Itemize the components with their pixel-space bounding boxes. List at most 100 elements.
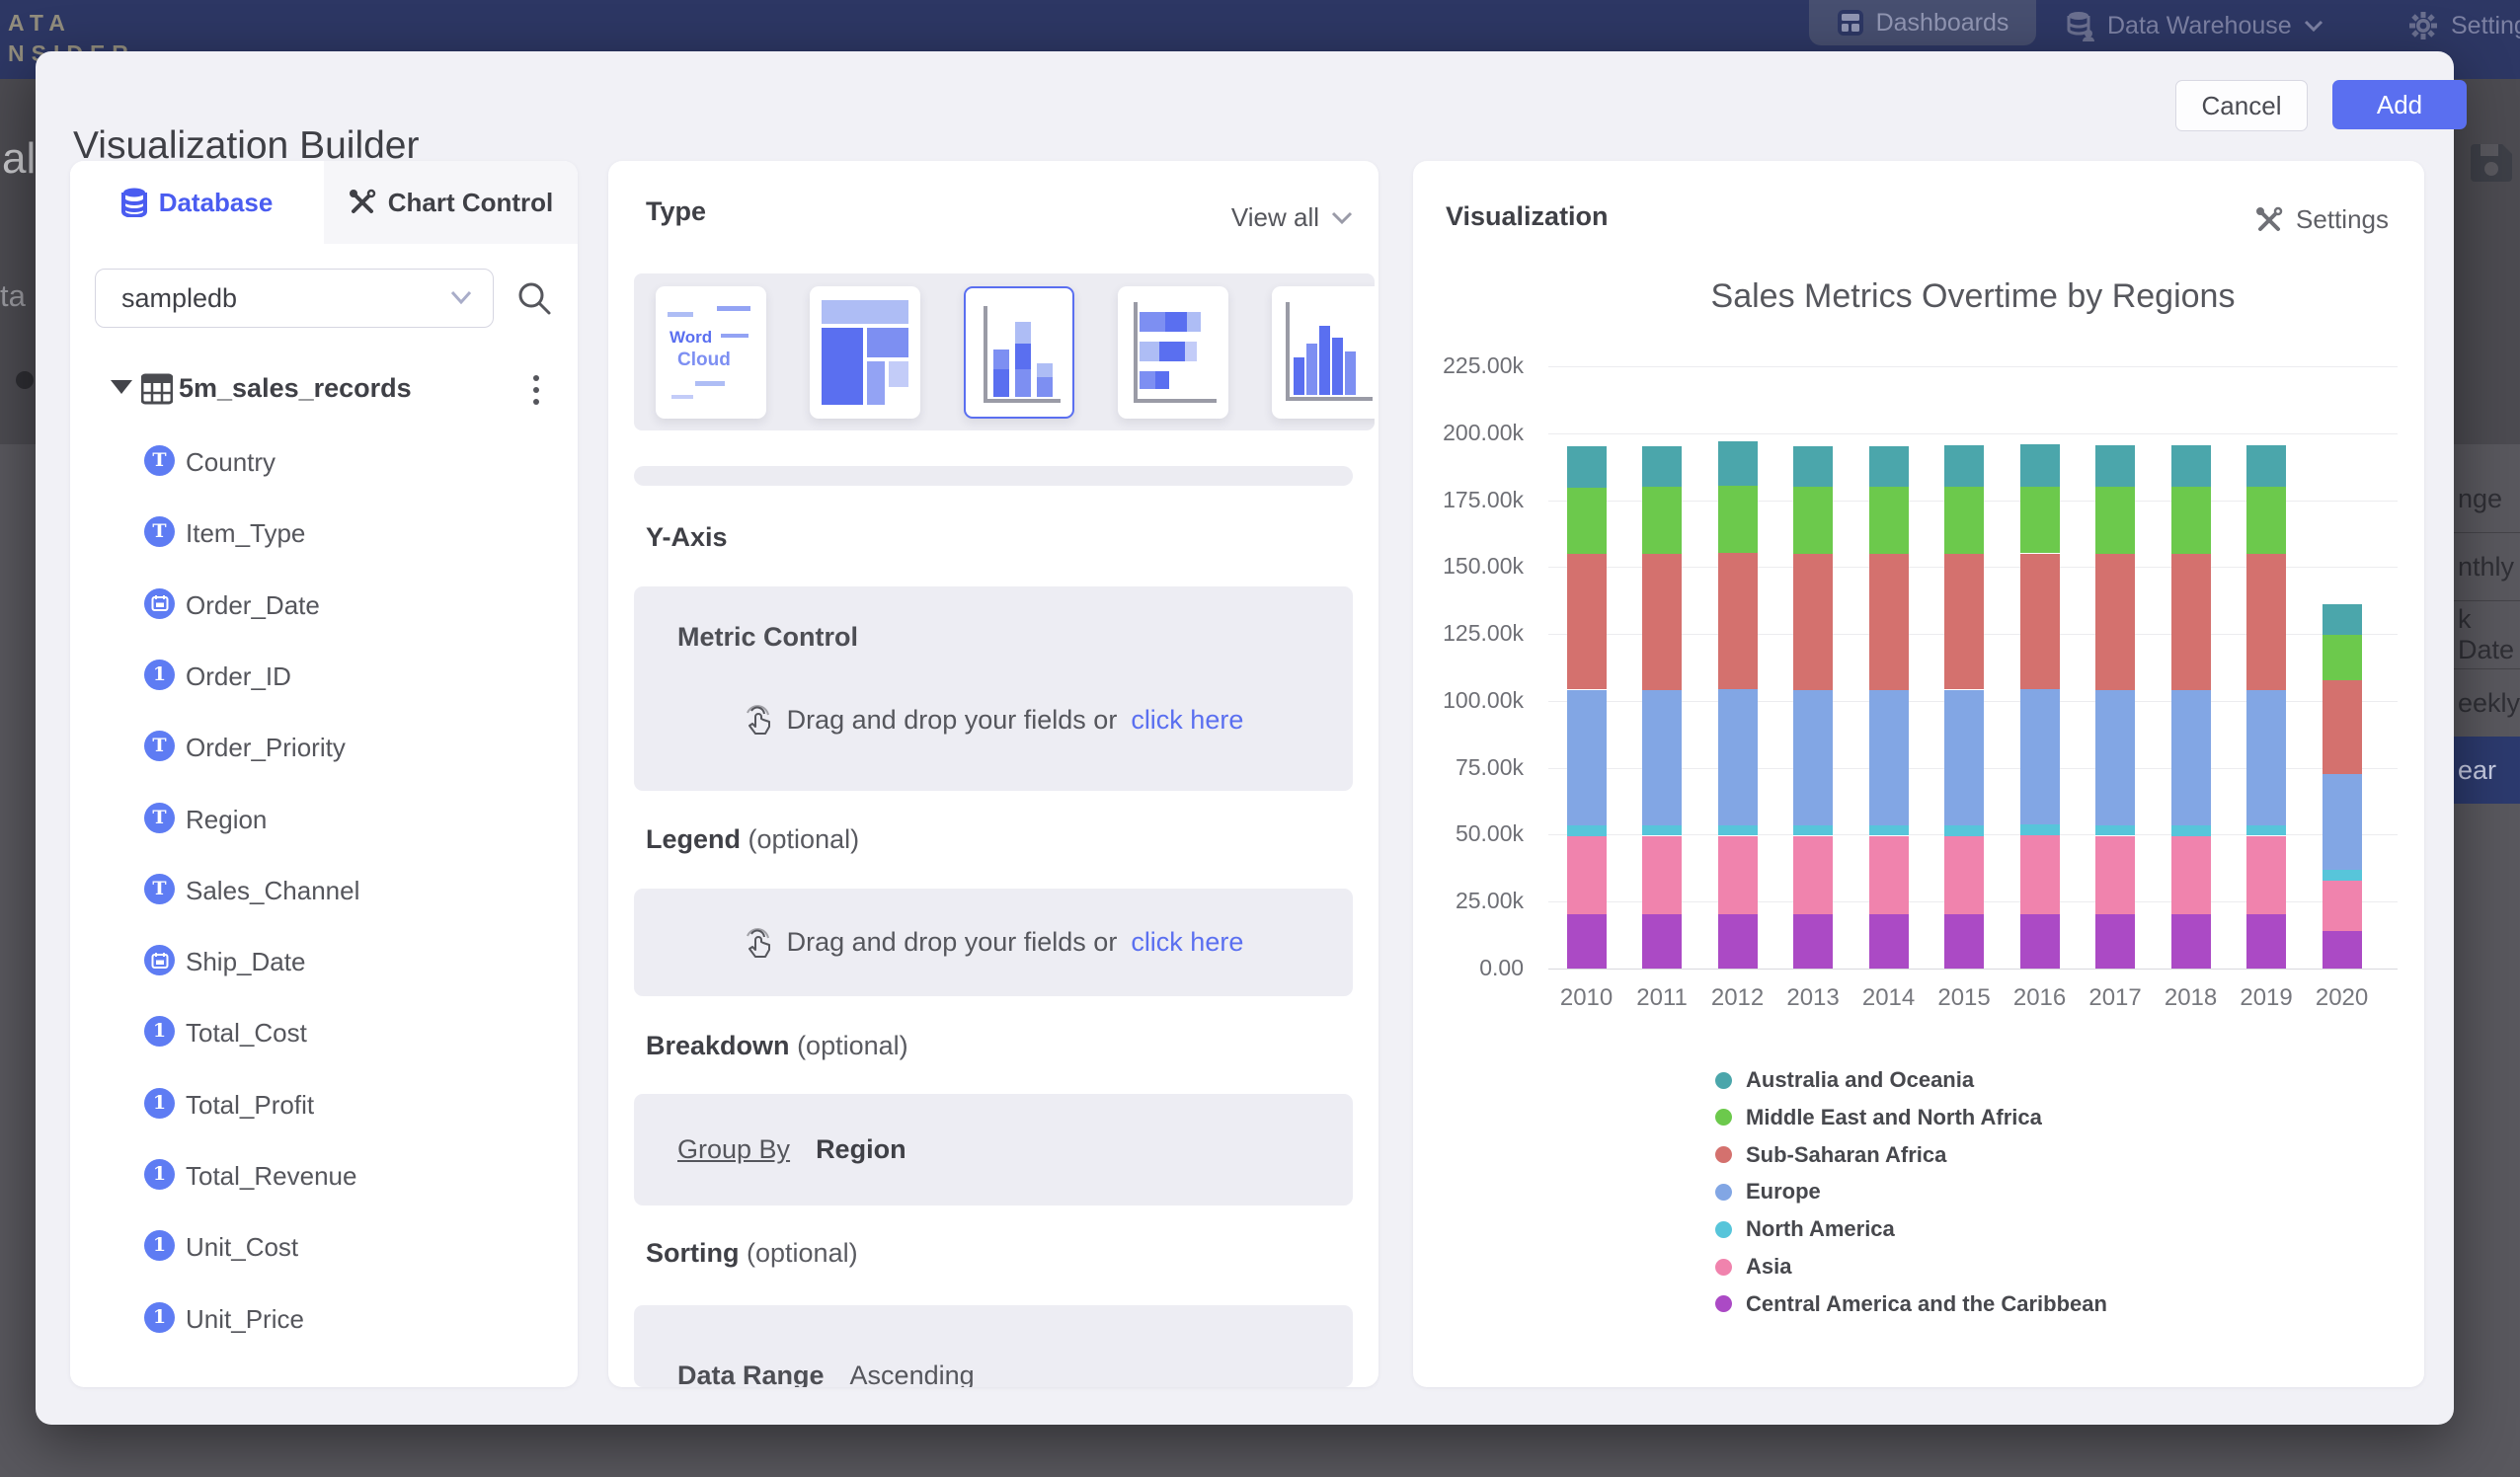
field-row-unit_price[interactable]: 1Unit_Price [70,1283,578,1353]
number-field-icon: 1 [144,1016,175,1047]
metric-click-here-link[interactable]: click here [1131,705,1243,736]
field-row-item_type[interactable]: TItem_Type [70,498,578,567]
backdrop-dropdown-option[interactable]: nthly [2454,532,2520,600]
backdrop-dropdown-option-selected[interactable]: ear [2454,737,2520,804]
click-hand-icon [744,926,773,960]
y-tick-label: 0.00 [1413,955,1524,981]
chart-type-column[interactable] [1272,286,1375,419]
chart-type-treemap[interactable] [810,286,920,419]
search-icon[interactable] [516,280,552,316]
kebab-menu-icon[interactable] [516,368,556,412]
legend-label: Sub-Saharan Africa [1746,1142,1946,1168]
bar-segment [1642,554,1682,690]
group-by-value[interactable]: Region [816,1134,906,1165]
visualization-builder-modal: Visualization Builder Cancel Add Databas… [36,51,2454,1425]
x-tick-label: 2016 [2002,984,2078,1012]
field-row-total_cost[interactable]: 1Total_Cost [70,997,578,1066]
x-tick-label: 2018 [2153,984,2229,1012]
field-row-sales_channel[interactable]: TSales_Channel [70,855,578,924]
field-label: Unit_Cost [186,1232,298,1263]
bar-segment [1642,446,1682,488]
view-all-dropdown[interactable]: View all [1231,202,1353,233]
legend-dropzone[interactable]: Drag and drop your fields or click here [634,889,1353,996]
field-row-total_revenue[interactable]: 1 Total_Revenue [70,1140,578,1209]
bar-segment [1567,836,1607,914]
legend-dot [1715,1295,1732,1312]
legend-item[interactable]: Asia [1715,1254,1791,1280]
bar-segment [1718,553,1758,689]
tab-database[interactable]: Database [70,161,324,244]
bar-segment [2095,445,2135,487]
field-row-order_id[interactable]: 1 Order_ID [70,641,578,710]
sorting-dropzone[interactable]: Data Range Ascending [634,1305,1353,1387]
legend-label: Europe [1746,1179,1821,1205]
backdrop-dropdown-option[interactable]: eekly [2454,668,2520,737]
legend-item[interactable]: Australia and Oceania [1715,1067,1974,1093]
number-field-icon: 1 [144,1159,175,1190]
legend-item[interactable]: Central America and the Caribbean [1715,1291,2107,1317]
bar-segment [2246,487,2286,554]
bar-segment [1869,446,1909,488]
breakdown-dropzone[interactable]: Group By Region [634,1094,1353,1205]
add-button[interactable]: Add [2332,80,2467,129]
tab-chart-control[interactable]: Chart Control [324,161,578,244]
database-select-value: sampledb [121,283,237,314]
bar-segment [1718,836,1758,914]
bar-segment [1869,554,1909,690]
legend-item[interactable]: Europe [1715,1179,1821,1205]
y-tick-label: 225.00k [1413,352,1524,379]
field-row-order_priority[interactable]: TOrder_Priority [70,712,578,781]
field-row-unit_cost[interactable]: 1Unit_Cost [70,1211,578,1281]
metric-control-dropzone[interactable]: Metric Control Drag and drop your fields… [634,586,1353,791]
nav-settings[interactable]: Settings [2407,6,2520,45]
nav-dashboards[interactable]: Dashboards [1809,0,2036,45]
chart-type-word-cloud[interactable]: Word Cloud [656,286,766,419]
chart-type-stacked-bar[interactable] [1118,286,1228,419]
stacked-bar-chart: Sales Metrics Overtime by Regions0.0025.… [1413,161,2424,1387]
table-tree-row[interactable]: 5m_sales_records [70,364,578,414]
bar-segment [2020,689,2060,824]
field-glyph: 1 [153,665,166,684]
tab-database-label: Database [159,188,274,218]
legend-dot [1715,1259,1732,1276]
bar-segment [1944,690,1984,826]
bar-segment [1642,836,1682,914]
field-row-order_date[interactable]: Order_Date [70,570,578,639]
cancel-button[interactable]: Cancel [2175,80,2308,131]
y-tick-label: 25.00k [1413,888,1524,914]
legend-item[interactable]: Sub-Saharan Africa [1715,1142,1946,1168]
number-field-icon: 1 [144,1302,175,1333]
bar-segment [1793,554,1833,690]
bar-segment [2246,914,2286,969]
bar-segment [1793,690,1833,825]
legend-dot [1715,1221,1732,1238]
bar-segment [2020,824,2060,835]
backdrop-dropdown-option[interactable]: nge [2454,465,2520,532]
field-row-ship_date[interactable]: Ship_Date [70,926,578,995]
backdrop-dropdown: nge nthly k Date eekly ear [2454,465,2520,804]
group-by-link[interactable]: Group By [677,1134,790,1165]
field-label: Order_ID [186,661,291,692]
bar-segment [1944,836,1984,914]
field-row-total_profit[interactable]: 1Total_Profit [70,1069,578,1138]
field-glyph: T [152,451,166,470]
backdrop-dropdown-option[interactable]: k Date [2454,600,2520,668]
type-scrollbar-track[interactable] [634,466,1353,486]
collapse-arrow-icon[interactable] [111,380,132,394]
database-icon [121,188,147,217]
bar-segment [2095,690,2135,825]
legend-item[interactable]: Middle East and North Africa [1715,1105,2042,1130]
chart-type-stacked-column[interactable] [964,286,1074,419]
database-select[interactable]: sampledb [95,269,494,328]
field-row-country[interactable]: TCountry [70,427,578,496]
logo-line-1: ATA [8,8,135,39]
bar-segment [2020,554,2060,690]
nav-data-warehouse[interactable]: Data Warehouse [2066,6,2323,45]
legend-item[interactable]: North America [1715,1216,1895,1242]
field-glyph: 1 [153,1308,166,1327]
field-row-region[interactable]: TRegion [70,784,578,853]
field-label: Total_Revenue [186,1161,356,1192]
bar-segment [1944,445,1984,487]
legend-click-here-link[interactable]: click here [1131,927,1243,958]
bar-segment [2171,914,2211,969]
